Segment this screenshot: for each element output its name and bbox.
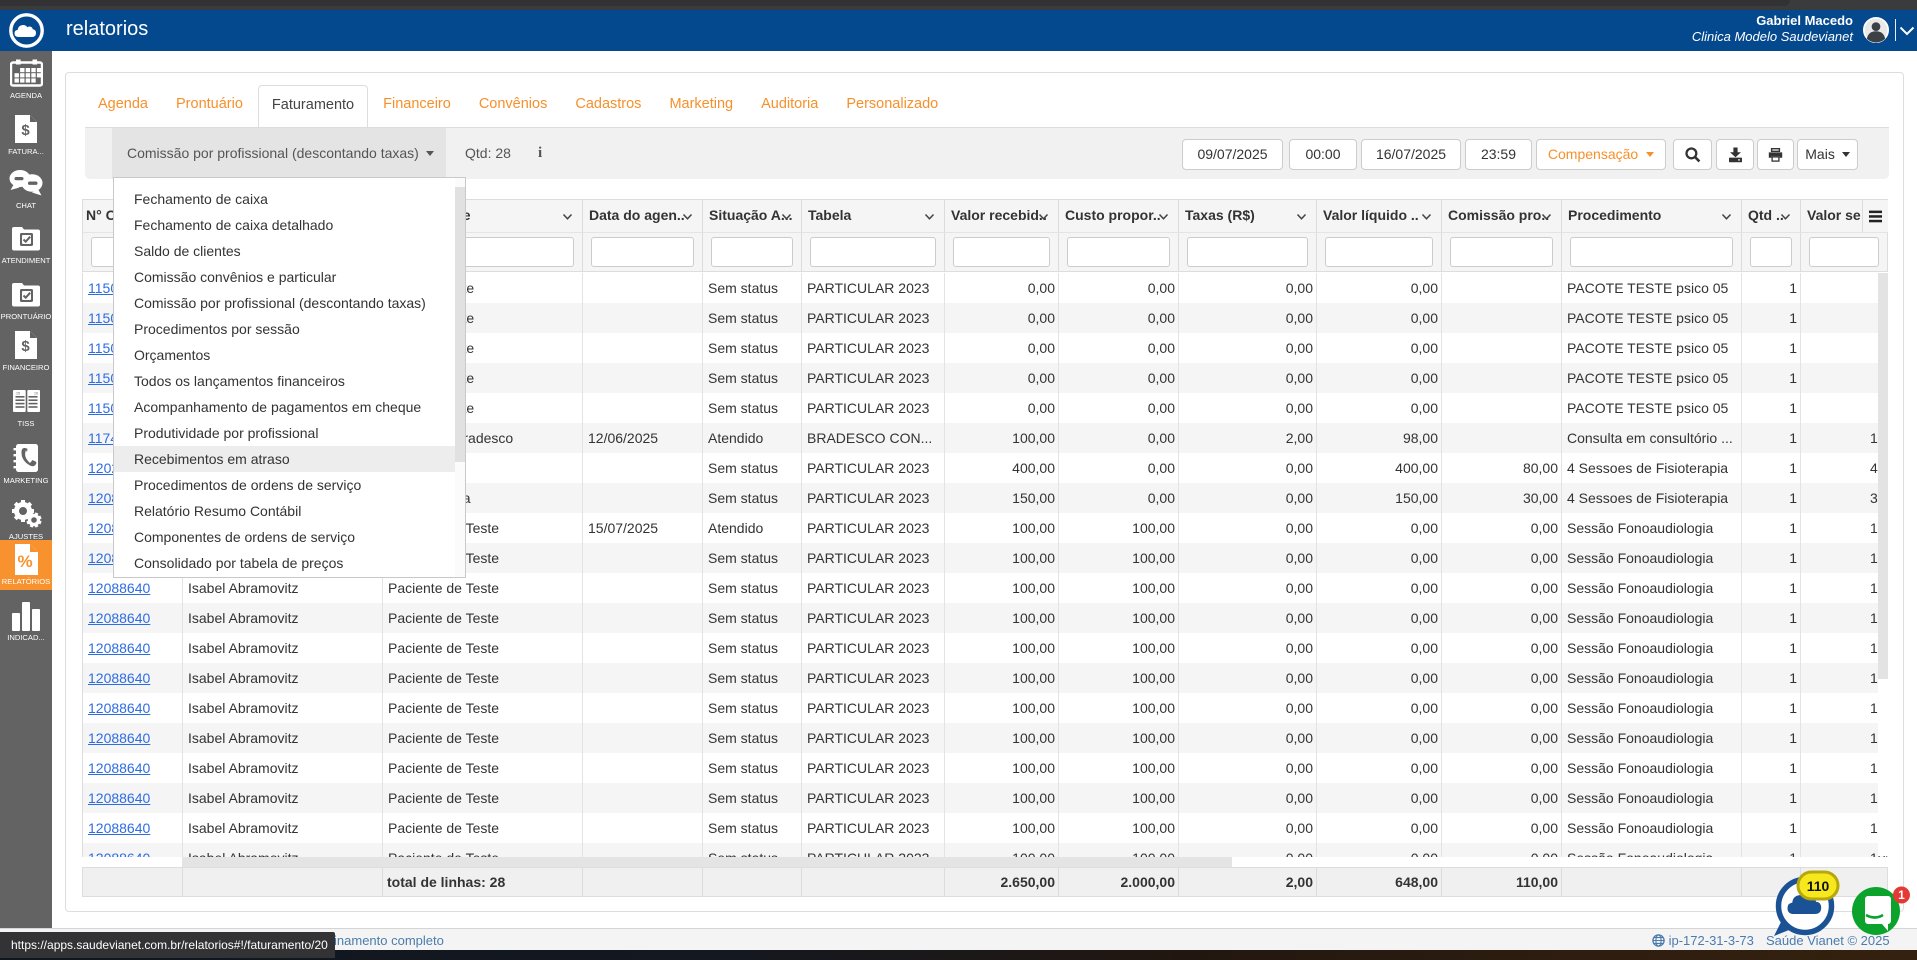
svg-text:1: 1	[1898, 888, 1905, 902]
svg-text:$: $	[21, 122, 30, 139]
svg-text:16: 16	[34, 391, 38, 395]
svg-text:15: 15	[16, 391, 20, 395]
svg-text:%: %	[17, 552, 32, 571]
svg-text:110: 110	[1807, 878, 1830, 894]
svg-text:$: $	[21, 338, 30, 355]
